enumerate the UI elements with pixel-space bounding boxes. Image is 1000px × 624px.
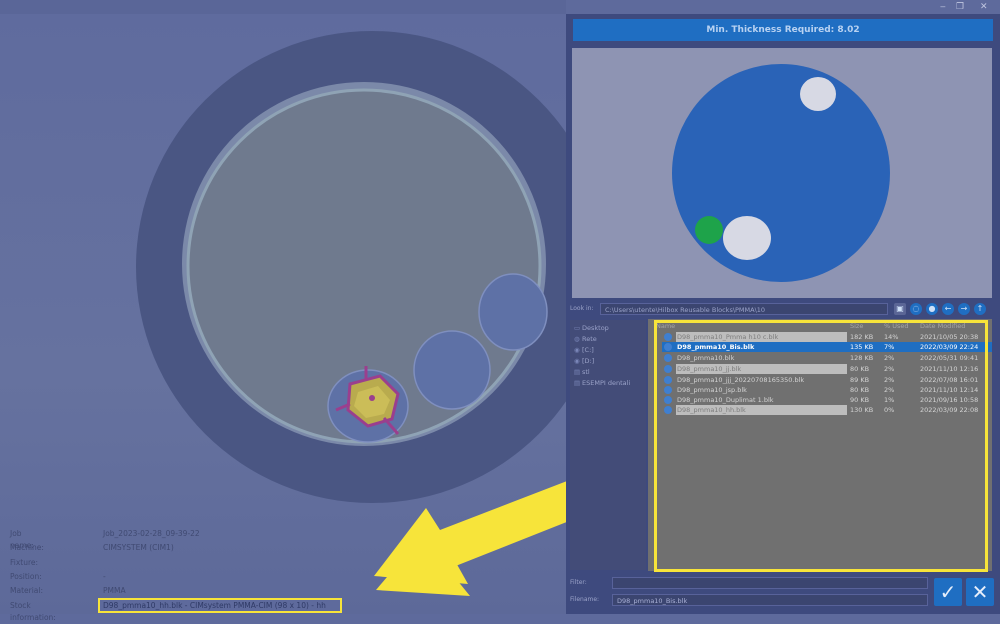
stock-information-value: D98_pmma10_hh.blk - CIMsystem PMMA-CIM (… <box>98 598 342 613</box>
place-drive-d[interactable]: ◉ [D:] <box>574 356 594 366</box>
material-value: PMMA <box>103 586 126 595</box>
cancel-button[interactable]: ✕ <box>966 578 994 606</box>
min-thickness-banner: Min. Thickness Required: 8.02 <box>573 19 993 41</box>
folder-new-icon[interactable]: ▣ <box>894 303 906 315</box>
refresh-icon[interactable]: ◌ <box>910 303 922 315</box>
block-preview <box>572 48 992 298</box>
folder-icon: ▤ <box>574 368 581 376</box>
delete-icon[interactable]: ● <box>926 303 938 315</box>
arrow-right-icon[interactable]: → <box>958 303 970 315</box>
drive-icon: ◉ <box>574 357 580 365</box>
place-stl[interactable]: ▤ stl <box>574 367 590 377</box>
position-value: - <box>103 572 106 581</box>
folder-icon: ▤ <box>574 379 581 387</box>
filename-input[interactable]: D98_pmma10_Bis.blk <box>612 594 928 606</box>
preview-used-area <box>723 216 771 260</box>
preview-svg <box>672 64 890 282</box>
look-in-row: Look in: C:\Users\utente\Hilbox Reusable… <box>568 303 996 317</box>
filter-label: Filter: <box>570 579 587 586</box>
preview-part-pocket <box>695 216 723 244</box>
look-in-label: Look in: <box>570 305 594 312</box>
look-in-path[interactable]: C:\Users\utente\Hilbox Reusable Blocks\P… <box>600 303 888 315</box>
filename-row: Filename: D98_pmma10_Bis.blk <box>568 594 930 606</box>
arrow-up-icon[interactable]: ↑ <box>974 303 986 315</box>
place-drive-c[interactable]: ◉ [C:] <box>574 345 594 355</box>
drive-icon: ◉ <box>574 346 580 354</box>
file-list-highlight <box>654 320 988 572</box>
preview-used-area <box>800 77 836 111</box>
preview-disc <box>672 64 890 282</box>
arrow-left-icon[interactable]: ← <box>942 303 954 315</box>
place-esempi[interactable]: ▤ ESEMPI dentali <box>574 378 630 388</box>
network-icon: ◍ <box>574 335 580 343</box>
confirm-button[interactable]: ✓ <box>934 578 962 606</box>
filter-row: Filter: <box>568 577 930 589</box>
filename-label: Filename: <box>570 596 600 603</box>
job-name-value: Job_2023-02-28_09-39-22 <box>103 529 200 538</box>
filter-input[interactable] <box>612 577 928 589</box>
place-network[interactable]: ◍ Rete <box>574 334 597 344</box>
machine-value: CIMSYSTEM (CIM1) <box>103 543 174 552</box>
place-desktop[interactable]: ▭ Desktop <box>574 323 609 333</box>
places-sidebar: ▭ Desktop ◍ Rete ◉ [C:] ◉ [D:] ▤ stl ▤ ESEMPI … <box>570 320 646 570</box>
desktop-icon: ▭ <box>574 324 581 332</box>
